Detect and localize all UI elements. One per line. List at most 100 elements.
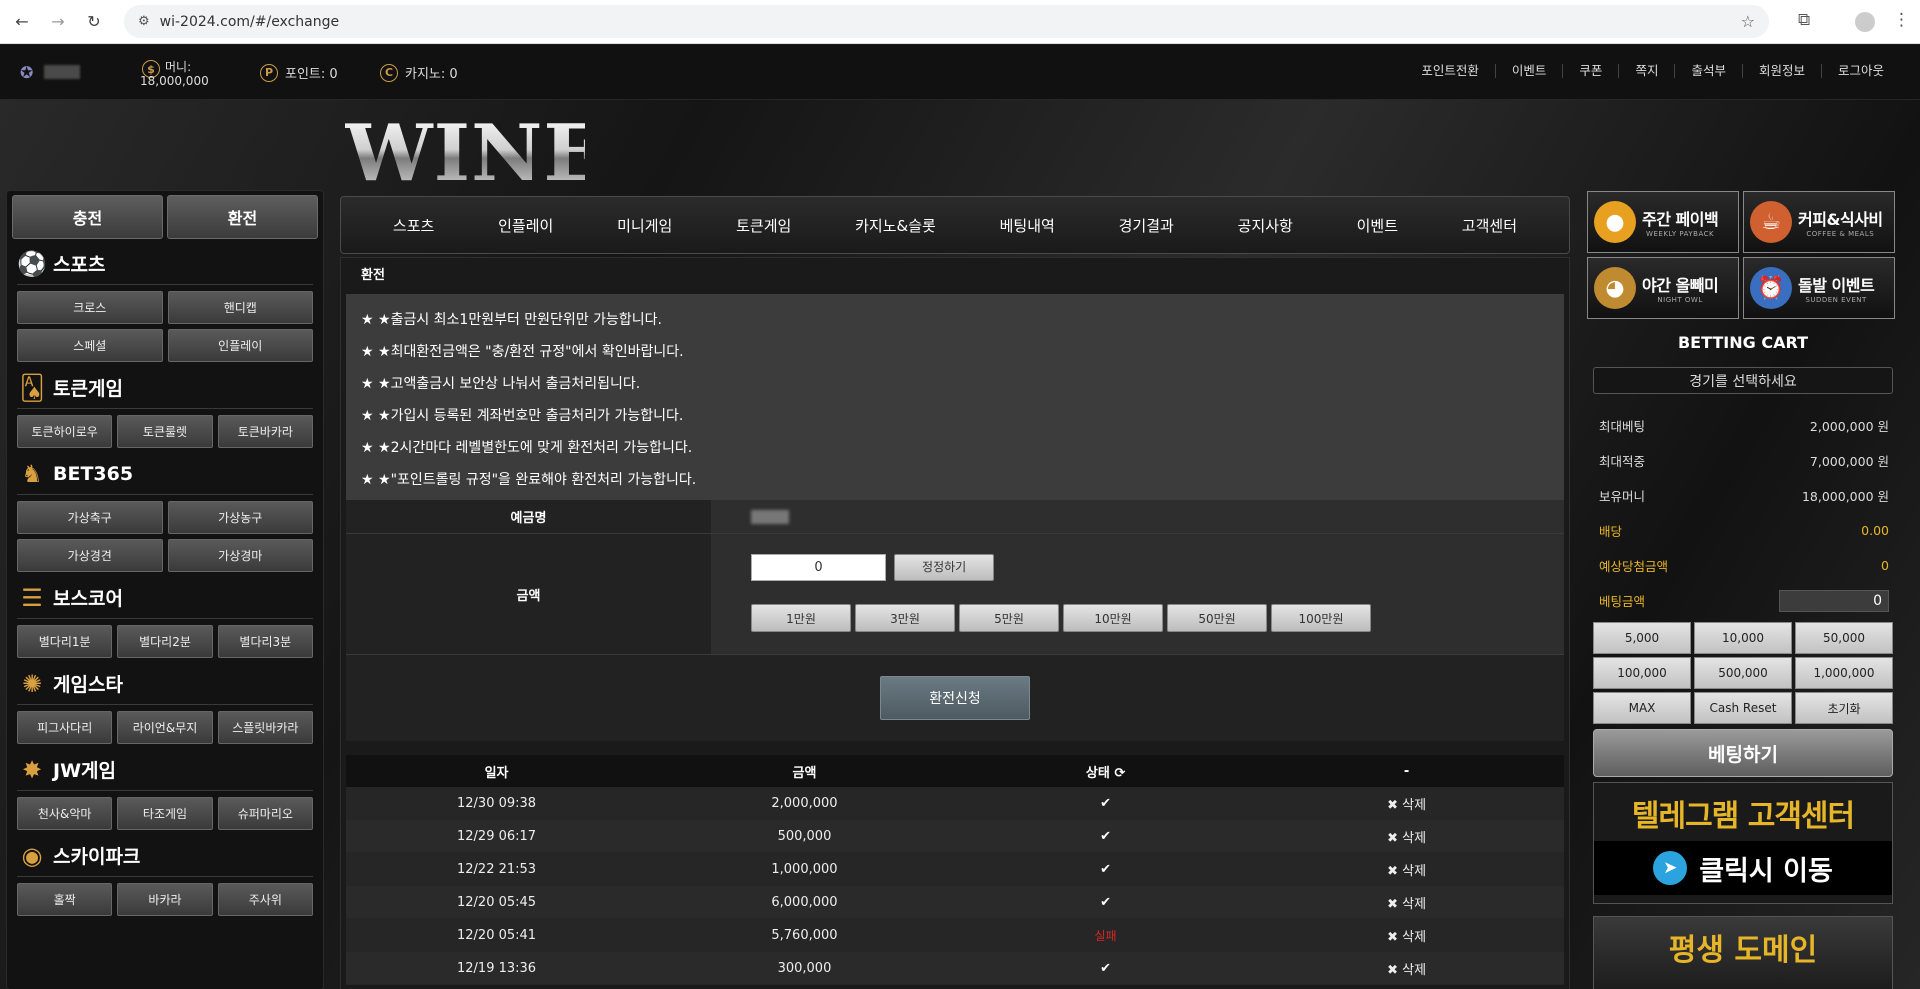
bet-chip-button[interactable]: 50,000 bbox=[1795, 622, 1893, 654]
extensions-icon[interactable]: ⧉ bbox=[1798, 10, 1810, 30]
sidebar-game-button[interactable]: 토큰룰렛 bbox=[117, 415, 213, 448]
cart-row-value: 18,000,000 원 bbox=[1801, 489, 1889, 504]
sidebar-game-button[interactable]: 바카라 bbox=[117, 883, 213, 916]
promo-banner[interactable]: ◕ 야간 올빼미 NIGHT OWL bbox=[1587, 257, 1739, 319]
sidebar-category-header[interactable]: 🂡 토큰게임 bbox=[17, 367, 313, 409]
main-nav-item[interactable]: 경기결과 bbox=[1119, 215, 1174, 236]
main-nav-item[interactable]: 스포츠 bbox=[393, 215, 434, 236]
quick-amount-button[interactable]: 5만원 bbox=[959, 604, 1059, 632]
promo-banner[interactable]: ☕ 커피&식사비 COFFEE & MEALS bbox=[1743, 191, 1895, 253]
sidebar-game-button[interactable]: 크로스 bbox=[17, 291, 163, 324]
sidebar-game-button[interactable]: 별다리3분 bbox=[217, 625, 313, 658]
delete-button[interactable]: ✖ 삭제 bbox=[1249, 860, 1564, 879]
main-nav-item[interactable]: 카지노&슬롯 bbox=[855, 215, 936, 236]
top-nav-point-convert[interactable]: 포인트전환 bbox=[1405, 64, 1495, 78]
reload-icon[interactable]: ↻ bbox=[80, 8, 108, 36]
quick-amount-button[interactable]: 1만원 bbox=[751, 604, 851, 632]
main-nav-item[interactable]: 미니게임 bbox=[617, 215, 672, 236]
site-info-icon[interactable]: ⚙ bbox=[138, 14, 150, 29]
sidebar-category-header[interactable]: ⚽ 스포츠 bbox=[17, 243, 313, 285]
delete-button[interactable]: ✖ 삭제 bbox=[1249, 893, 1564, 912]
bet-chip-button[interactable]: 10,000 bbox=[1694, 622, 1792, 654]
delete-button[interactable]: ✖ 삭제 bbox=[1249, 926, 1564, 945]
bet-chip-button[interactable]: 5,000 bbox=[1593, 622, 1691, 654]
sidebar-game-button[interactable]: 타조게임 bbox=[117, 797, 213, 830]
cart-row: 베팅금액 0 bbox=[1599, 583, 1889, 618]
sidebar-category-header[interactable]: ♞ BET365 bbox=[17, 453, 313, 495]
main-nav-item[interactable]: 베팅내역 bbox=[1000, 215, 1055, 236]
delete-button[interactable]: ✖ 삭제 bbox=[1249, 827, 1564, 846]
sidebar-game-button[interactable]: 가상경마 bbox=[167, 539, 313, 572]
bet-amount-input[interactable]: 0 bbox=[1779, 589, 1889, 612]
domain-banner[interactable]: 평생 도메인 bbox=[1593, 916, 1893, 989]
amount-reset-button[interactable]: 정정하기 bbox=[894, 554, 995, 581]
bet-chip-button[interactable]: 1,000,000 bbox=[1795, 657, 1893, 689]
sidebar-game-button[interactable]: 슈퍼마리오 bbox=[217, 797, 313, 830]
sidebar-game-button[interactable]: 스페셜 bbox=[17, 329, 163, 362]
sidebar-game-button[interactable]: 토큰하이로우 bbox=[17, 415, 113, 448]
sidebar-game-button[interactable]: 주사위 bbox=[217, 883, 313, 916]
sidebar-game-button[interactable]: 스플릿바카라 bbox=[217, 711, 313, 744]
col-amount-header[interactable]: 금액 bbox=[647, 762, 962, 781]
refresh-icon[interactable]: ⟳ bbox=[1114, 766, 1125, 781]
top-nav-member-info[interactable]: 회원정보 bbox=[1741, 64, 1821, 78]
place-bet-button[interactable]: 베팅하기 bbox=[1593, 729, 1893, 777]
menu-kebab-icon[interactable]: ⋮ bbox=[1893, 10, 1910, 30]
exchange-submit-button[interactable]: 환전신청 bbox=[880, 676, 1030, 720]
sidebar-game-button[interactable]: 홀짝 bbox=[17, 883, 113, 916]
profile-avatar[interactable] bbox=[1855, 12, 1875, 32]
address-bar[interactable]: ⚙ wi-2024.com/#/exchange ☆ bbox=[124, 5, 1769, 38]
sidebar-category-header[interactable]: ☰ 보스코어 bbox=[17, 577, 313, 619]
sidebar-category-header[interactable]: ✺ 게임스타 bbox=[17, 663, 313, 705]
sidebar-game-button[interactable]: 토큰바카라 bbox=[217, 415, 313, 448]
telegram-banner[interactable]: 텔레그램 고객센터 ➤ 클릭시 이동 bbox=[1593, 782, 1893, 904]
top-nav-logout[interactable]: 로그아웃 bbox=[1820, 64, 1900, 78]
main-nav-item[interactable]: 인플레이 bbox=[498, 215, 553, 236]
sidebar-game-button[interactable]: 인플레이 bbox=[167, 329, 313, 362]
sidebar-game-button[interactable]: 별다리1분 bbox=[17, 625, 113, 658]
quick-amount-button[interactable]: 10만원 bbox=[1063, 604, 1163, 632]
sidebar-category-header[interactable]: ◉ 스카이파크 bbox=[17, 835, 313, 877]
bet-chip-button[interactable]: 초기화 bbox=[1795, 692, 1893, 724]
quick-amount-button[interactable]: 3만원 bbox=[855, 604, 955, 632]
sidebar-game-button[interactable]: 가상축구 bbox=[17, 501, 163, 534]
top-nav-coupon[interactable]: 쿠폰 bbox=[1562, 64, 1618, 78]
quick-amount-button[interactable]: 50만원 bbox=[1167, 604, 1267, 632]
delete-button[interactable]: ✖ 삭제 bbox=[1249, 794, 1564, 813]
sidebar-game-button[interactable]: 피그사다리 bbox=[17, 711, 113, 744]
main-nav-item[interactable]: 이벤트 bbox=[1357, 215, 1398, 236]
notice-text: ★고액출금시 보안상 나눠서 출금처리됩니다. bbox=[378, 376, 641, 392]
amount-input[interactable]: 0 bbox=[751, 554, 886, 581]
forward-icon[interactable]: → bbox=[44, 8, 72, 36]
bet-chip-button[interactable]: 100,000 bbox=[1593, 657, 1691, 689]
top-nav-attendance[interactable]: 출석부 bbox=[1674, 64, 1742, 78]
game-select-prompt[interactable]: 경기를 선택하세요 bbox=[1593, 367, 1893, 394]
promo-banner[interactable]: ● 주간 페이백 WEEKLY PAYBACK bbox=[1587, 191, 1739, 253]
bet-chip-button[interactable]: Cash Reset bbox=[1694, 692, 1792, 724]
back-icon[interactable]: ← bbox=[8, 8, 36, 36]
sidebar-game-button[interactable]: 천사&악마 bbox=[17, 797, 113, 830]
sidebar-game-button[interactable]: 별다리2분 bbox=[117, 625, 213, 658]
delete-button[interactable]: ✖ 삭제 bbox=[1249, 959, 1564, 978]
withdraw-button[interactable]: 환전 bbox=[167, 195, 318, 239]
promo-banner[interactable]: ⏰ 돌발 이벤트 SUDDEN EVENT bbox=[1743, 257, 1895, 319]
main-nav-item[interactable]: 고객센터 bbox=[1462, 215, 1517, 236]
sidebar-game-button[interactable]: 라이언&무지 bbox=[117, 711, 213, 744]
top-nav-message[interactable]: 쪽지 bbox=[1618, 64, 1674, 78]
bookmark-star-icon[interactable]: ☆ bbox=[1741, 12, 1755, 31]
sidebar-category-buttons: 천사&악마 타조게임 슈퍼마리오 bbox=[17, 797, 313, 830]
bet-chip-button[interactable]: MAX bbox=[1593, 692, 1691, 724]
site-logo[interactable]: WINE bbox=[345, 111, 603, 197]
sidebar-category-header[interactable]: ✸ JW게임 bbox=[17, 749, 313, 791]
bet-chip-button[interactable]: 500,000 bbox=[1694, 657, 1792, 689]
sidebar-game-button[interactable]: 핸디캡 bbox=[167, 291, 313, 324]
deposit-button[interactable]: 충전 bbox=[12, 195, 163, 239]
quick-amount-button[interactable]: 100만원 bbox=[1271, 604, 1371, 632]
col-date-header[interactable]: 일자 bbox=[346, 762, 647, 781]
top-nav-event[interactable]: 이벤트 bbox=[1494, 64, 1563, 78]
main-nav-item[interactable]: 공지사항 bbox=[1238, 215, 1293, 236]
sidebar-game-button[interactable]: 가상경견 bbox=[17, 539, 163, 572]
sidebar-game-button[interactable]: 가상농구 bbox=[167, 501, 313, 534]
main-nav-item[interactable]: 토큰게임 bbox=[736, 215, 791, 236]
col-status-header[interactable]: 상태 ⟳ bbox=[962, 762, 1249, 781]
